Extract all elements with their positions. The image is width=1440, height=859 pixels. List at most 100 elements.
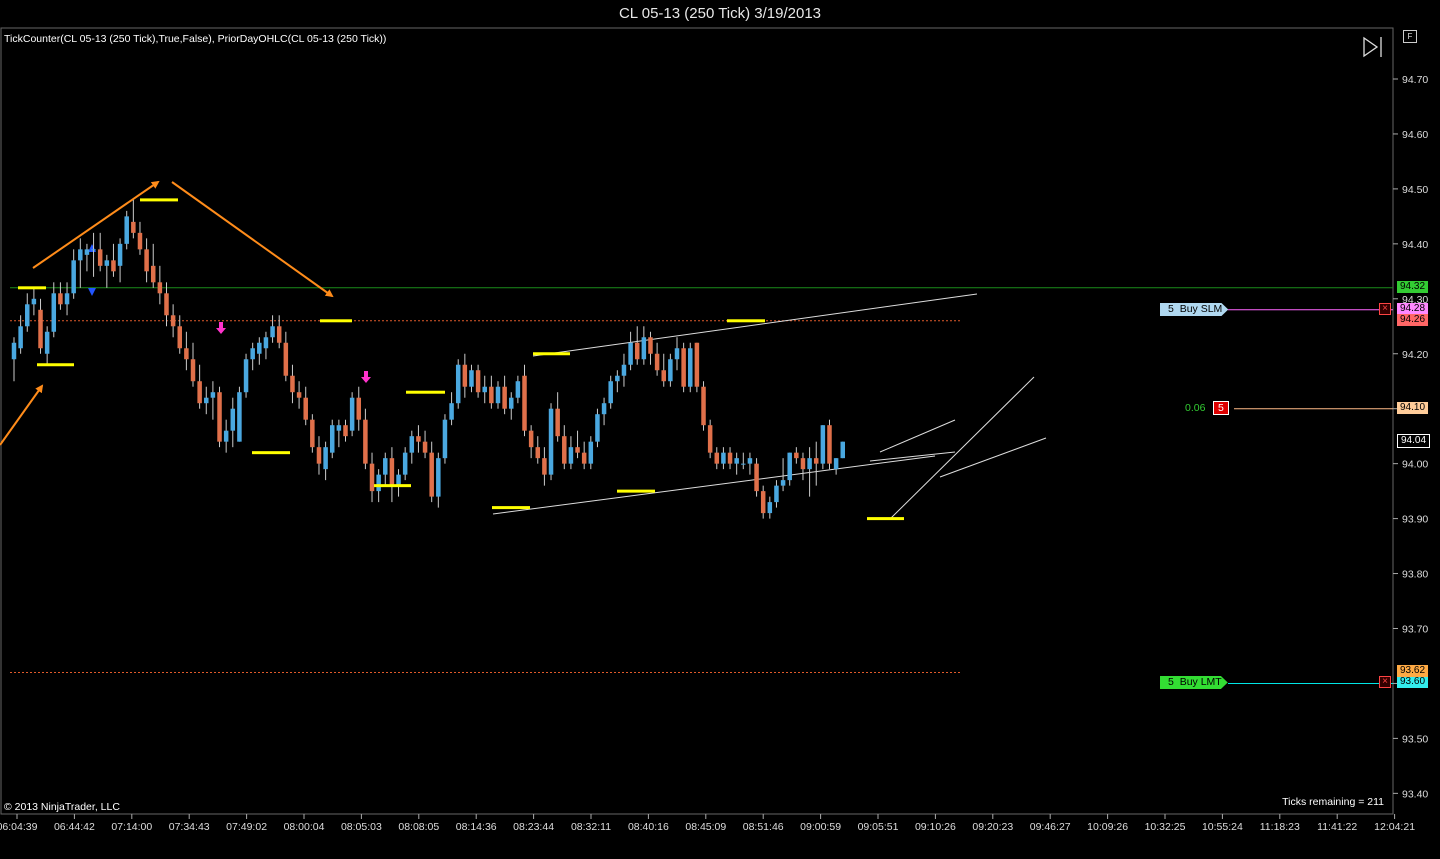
candle-body (489, 386, 494, 404)
candle (71, 249, 76, 299)
f-button[interactable]: F (1403, 30, 1417, 43)
x-tick-label: 09:10:26 (915, 821, 956, 833)
candle (760, 485, 766, 519)
candle-body (356, 397, 362, 420)
candle-body (409, 436, 415, 453)
candle-body (91, 249, 96, 251)
x-tick-label: 09:20:23 (972, 821, 1013, 833)
candle-body (150, 265, 156, 283)
buy-lmt-price-tag: 93.60 (1397, 676, 1429, 688)
candle-body (595, 414, 600, 442)
candle (535, 436, 541, 464)
candle-body (84, 249, 90, 255)
candle-body (741, 463, 746, 465)
candle (820, 425, 826, 470)
scroll-to-end-icon[interactable] (1363, 36, 1382, 58)
candle (243, 353, 249, 398)
candle (117, 238, 123, 283)
x-tick-label: 11:18:23 (1260, 821, 1300, 833)
candle-series (11, 199, 845, 519)
candle-body (628, 342, 633, 365)
candle-body (389, 458, 395, 486)
x-tick-label: 08:05:03 (341, 821, 382, 833)
candle-body (310, 419, 315, 448)
candle-body (316, 447, 322, 464)
trendline[interactable] (869, 451, 956, 462)
candle (674, 337, 680, 371)
candle (575, 430, 580, 459)
trendline[interactable] (939, 437, 1047, 478)
candle (131, 199, 136, 239)
candle-body (840, 441, 845, 459)
prior-day-upper-tag: 94.26 (1397, 314, 1429, 326)
candle (44, 326, 50, 365)
candle-body (217, 392, 222, 442)
trendline[interactable] (879, 419, 956, 453)
cancel-buy-slm-icon[interactable]: × (1379, 303, 1391, 315)
candle-body (436, 458, 441, 497)
candle-body (363, 419, 368, 464)
candle-body (588, 441, 594, 464)
trendline[interactable] (492, 455, 936, 515)
candle-body (177, 326, 182, 349)
candle-body (495, 386, 501, 404)
candle-body (25, 304, 30, 327)
candle-body (402, 452, 408, 475)
candle-body (833, 458, 839, 470)
candle (688, 342, 693, 393)
y-tick-label: 94.60 (1402, 129, 1428, 141)
buy-lmt-order-label[interactable]: 5 Buy LMT (1160, 676, 1228, 689)
candle (104, 254, 110, 288)
candle (754, 458, 759, 497)
candle-body (303, 397, 308, 420)
candle-body (747, 458, 753, 464)
buy-slm-order-label[interactable]: 5 Buy SLM (1160, 303, 1229, 316)
y-tick-label: 94.40 (1402, 239, 1428, 251)
candle (276, 315, 282, 349)
candle (581, 441, 587, 470)
candle-body (117, 243, 123, 266)
candle-body (190, 359, 196, 382)
x-tick-label: 08:14:36 (456, 821, 497, 833)
cancel-buy-lmt-icon[interactable]: × (1379, 676, 1391, 688)
price-chart[interactable]: 94.7094.6094.5094.4094.3094.2094.1094.00… (0, 0, 1440, 859)
y-tick-label: 94.70 (1402, 74, 1428, 86)
candle (190, 342, 196, 387)
candle-body (111, 260, 116, 272)
x-tick-label: 06:04:39 (0, 821, 38, 833)
candle-body (184, 348, 189, 360)
y-tick-label: 94.50 (1402, 184, 1428, 196)
candle-body (754, 463, 759, 492)
position-price-tag: 94.10 (1397, 402, 1429, 414)
candle-body (528, 430, 534, 448)
candle (601, 397, 607, 426)
y-tick-label: 94.00 (1402, 459, 1428, 471)
trendline[interactable] (532, 293, 978, 357)
candle-body (774, 485, 779, 503)
last-price-tag: 94.04 (1397, 434, 1431, 448)
candle-body (522, 375, 527, 431)
position-pnl: 0.06 (1185, 402, 1206, 414)
candle-body (442, 419, 448, 459)
position-qty[interactable]: 5 (1213, 401, 1229, 415)
x-tick-label: 09:05:51 (858, 821, 899, 833)
candle (349, 392, 355, 437)
candle (515, 375, 521, 404)
candle-body (78, 249, 83, 261)
candle (137, 221, 143, 255)
candle (389, 447, 395, 503)
candle-body (787, 452, 792, 481)
candle (747, 452, 753, 475)
candle-body (376, 474, 381, 492)
candle (833, 458, 839, 475)
candle (442, 414, 448, 464)
candle (58, 282, 63, 310)
candle (223, 419, 229, 453)
trendline[interactable] (889, 376, 1035, 520)
x-tick-label: 06:44:42 (54, 821, 95, 833)
candle (250, 342, 255, 371)
candle-body (688, 348, 693, 387)
candle (170, 304, 176, 338)
candle (164, 282, 169, 327)
candle (840, 441, 845, 459)
